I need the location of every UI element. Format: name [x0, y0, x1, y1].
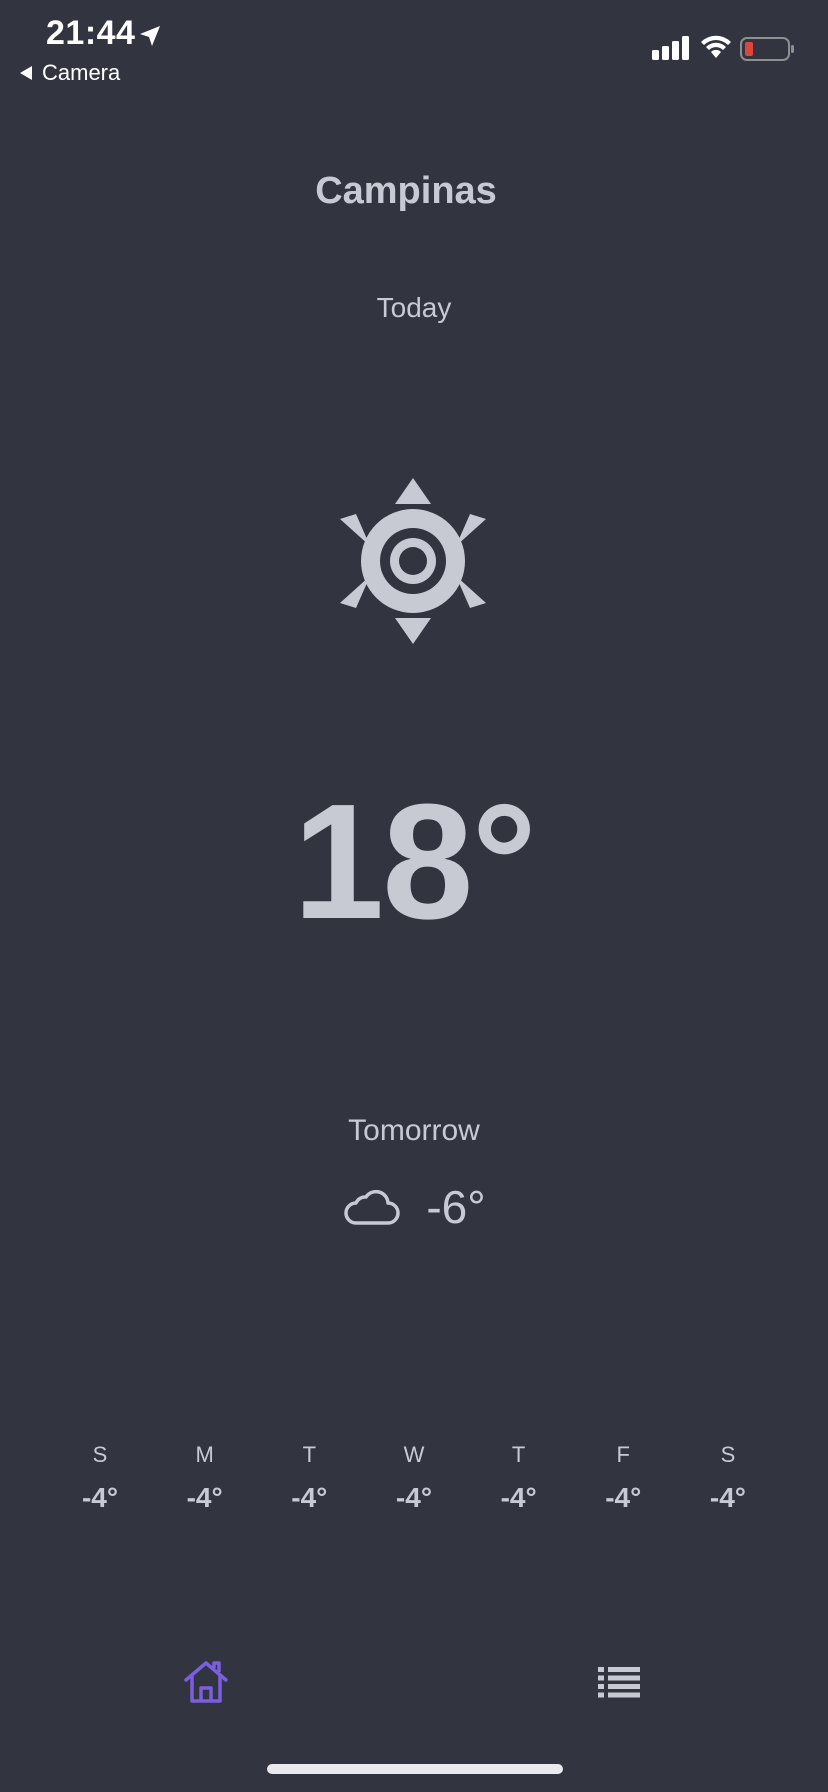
- status-time: 21:44: [46, 14, 136, 52]
- status-bar: 21:44 Camera: [0, 0, 828, 100]
- forecast-day: T -4°: [277, 1442, 341, 1514]
- day-temperature: -4°: [291, 1482, 328, 1513]
- forecast-day: T -4°: [487, 1442, 551, 1514]
- battery-icon: [740, 37, 794, 61]
- cloud-icon: [344, 1189, 401, 1225]
- day-temperature: -4°: [186, 1482, 223, 1513]
- home-icon[interactable]: [182, 1658, 230, 1706]
- today-label: Today: [376, 292, 452, 323]
- tomorrow-temperature: -6°: [426, 1181, 486, 1233]
- cellular-signal-icon: [652, 36, 689, 60]
- tomorrow-label: Tomorrow: [348, 1114, 480, 1147]
- back-to-camera-link[interactable]: Camera: [20, 60, 120, 86]
- current-temperature: 18°: [292, 770, 537, 953]
- day-name: T: [302, 1442, 317, 1467]
- city-name: Campinas: [315, 170, 497, 212]
- day-name: S: [720, 1442, 736, 1467]
- sun-icon: [340, 478, 486, 644]
- forecast-day: F -4°: [591, 1442, 655, 1514]
- day-temperature: -4°: [709, 1482, 746, 1513]
- day-name: W: [403, 1442, 425, 1467]
- day-temperature: -4°: [605, 1482, 642, 1513]
- weekly-forecast: S -4° M -4° T -4° W -4° T -4° F -4° S -4…: [68, 1442, 760, 1514]
- back-triangle-icon: [20, 66, 32, 80]
- forecast-day: W -4°: [382, 1442, 446, 1514]
- forecast-day: S -4°: [68, 1442, 132, 1514]
- day-name: S: [92, 1442, 108, 1467]
- day-name: M: [195, 1442, 214, 1467]
- day-name: T: [511, 1442, 526, 1467]
- forecast-day: M -4°: [173, 1442, 237, 1514]
- forecast-day: S -4°: [696, 1442, 760, 1514]
- tomorrow-forecast: -6°: [0, 1180, 828, 1234]
- location-arrow-icon: [140, 26, 160, 46]
- back-link-label: Camera: [42, 60, 121, 85]
- list-icon[interactable]: [598, 1666, 640, 1698]
- day-temperature: -4°: [500, 1482, 537, 1513]
- tab-bar: [0, 1640, 828, 1730]
- home-indicator[interactable]: [267, 1764, 563, 1774]
- wifi-icon: [701, 35, 731, 58]
- day-name: F: [616, 1442, 630, 1467]
- day-temperature: -4°: [81, 1482, 119, 1513]
- day-temperature: -4°: [395, 1482, 433, 1513]
